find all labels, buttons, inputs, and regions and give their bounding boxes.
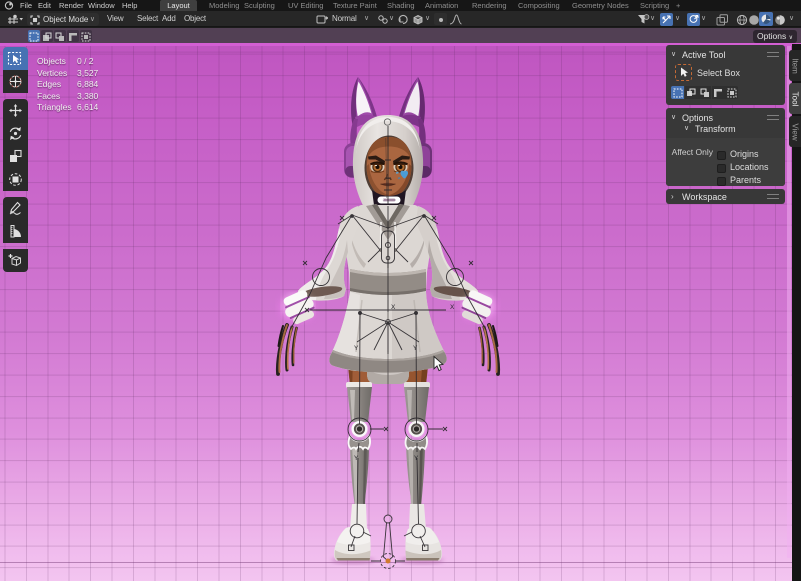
svg-text:X: X bbox=[450, 304, 455, 311]
svg-text:Y: Y bbox=[414, 455, 419, 462]
svg-text:Y: Y bbox=[413, 345, 418, 352]
svg-text:Y: Y bbox=[354, 345, 359, 352]
svg-text:X: X bbox=[391, 304, 396, 311]
svg-text:Y: Y bbox=[354, 455, 359, 462]
